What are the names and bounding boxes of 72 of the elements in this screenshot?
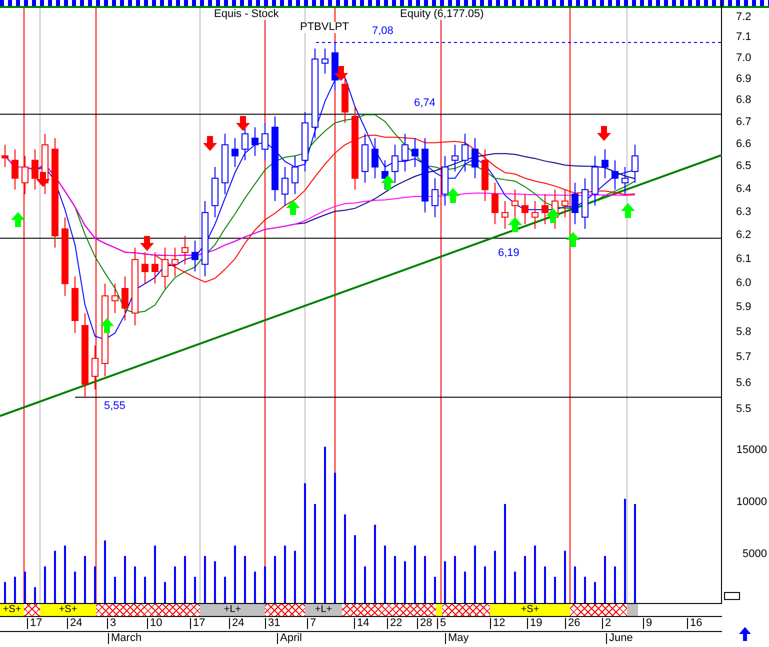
date-label: 2: [602, 618, 612, 629]
price-axis-label: 5.8: [736, 327, 752, 338]
buy-arrow-icon: [381, 175, 395, 190]
volume-axis-label: 15000: [736, 445, 767, 456]
date-label: 26: [565, 618, 580, 629]
date-label: 5: [437, 618, 446, 629]
price-axis-label: 6.1: [736, 254, 752, 265]
price-level-label: 5,55: [104, 401, 126, 412]
chart-value: Equity (6,177.05): [400, 9, 484, 20]
sell-arrow-icon: [334, 66, 348, 81]
sell-arrow-icon: [36, 172, 50, 187]
buy-arrow-icon: [621, 203, 635, 218]
month-label: April: [277, 633, 302, 644]
date-label: 9: [643, 618, 652, 629]
price-axis-label: 5.5: [736, 404, 752, 416]
price-axis-label: 5.9: [736, 302, 752, 314]
price-axis-label: 7.2: [736, 12, 752, 23]
chart-title: Equis - Stock: [214, 9, 279, 20]
date-label: 22: [387, 618, 402, 629]
scroll-box-icon[interactable]: [724, 592, 740, 600]
signal-band: +S+: [40, 604, 96, 616]
price-level-label: 6,74: [414, 98, 436, 109]
date-label: 10: [147, 618, 162, 629]
month-label: June: [606, 633, 633, 644]
date-label: 24: [229, 618, 244, 629]
volume-axis-label: 10000: [736, 497, 767, 508]
buy-arrow-icon: [100, 318, 114, 333]
price-axis-label: 6.5: [736, 161, 752, 172]
price-axis-label: 6.7: [736, 116, 752, 128]
buy-arrow-icon: [508, 217, 522, 232]
price-axis-label: 6.9: [736, 74, 752, 85]
sell-arrow-icon: [236, 116, 250, 131]
buy-arrow-icon: [11, 212, 25, 227]
buy-arrow-icon: [566, 232, 580, 247]
signal-band: +S+: [0, 604, 24, 616]
signal-band: +L+: [305, 604, 342, 616]
date-label: 28: [417, 618, 432, 629]
price-axis-label: 6.6: [736, 138, 752, 150]
date-label: 17: [27, 618, 42, 629]
price-level-label: 7,08: [372, 26, 394, 37]
price-axis-label: 6.2: [736, 230, 752, 241]
price-axis-label: 6.0: [736, 278, 752, 289]
price-axis-label: 6.4: [736, 184, 752, 195]
month-label: May: [445, 633, 469, 644]
date-label: 12: [490, 618, 506, 629]
buy-arrow-icon: [286, 200, 300, 215]
date-label: 3: [107, 618, 116, 629]
price-level-label: 6,19: [498, 248, 520, 259]
date-label: 17: [190, 618, 206, 629]
date-label: 31: [265, 618, 280, 629]
price-axis-label: 7.1: [736, 32, 752, 44]
sell-arrow-icon: [597, 126, 611, 141]
sell-arrow-icon: [140, 236, 154, 251]
volume-axis-label: 5000: [742, 549, 767, 560]
arrow-up-icon[interactable]: [739, 627, 751, 641]
ticker-label: PTBVLPT: [300, 22, 349, 33]
price-axis-label: 5.7: [736, 352, 752, 364]
price-axis-label: 6.3: [736, 206, 752, 218]
date-label: 19: [527, 618, 542, 629]
buy-arrow-icon: [446, 188, 460, 203]
price-axis-label: 7.0: [736, 53, 752, 64]
date-label: 16: [687, 618, 702, 629]
signal-band: +L+: [200, 604, 265, 616]
price-axis-label: 6.8: [736, 95, 752, 106]
price-axis-label: 5.6: [736, 378, 752, 390]
date-label: 24: [67, 618, 82, 629]
signal-band: +S+: [490, 604, 570, 616]
date-label: 7: [307, 618, 316, 629]
buy-arrow-icon: [546, 208, 560, 223]
month-label: March: [108, 633, 142, 644]
sell-arrow-icon: [203, 136, 217, 151]
date-label: 14: [354, 618, 370, 629]
